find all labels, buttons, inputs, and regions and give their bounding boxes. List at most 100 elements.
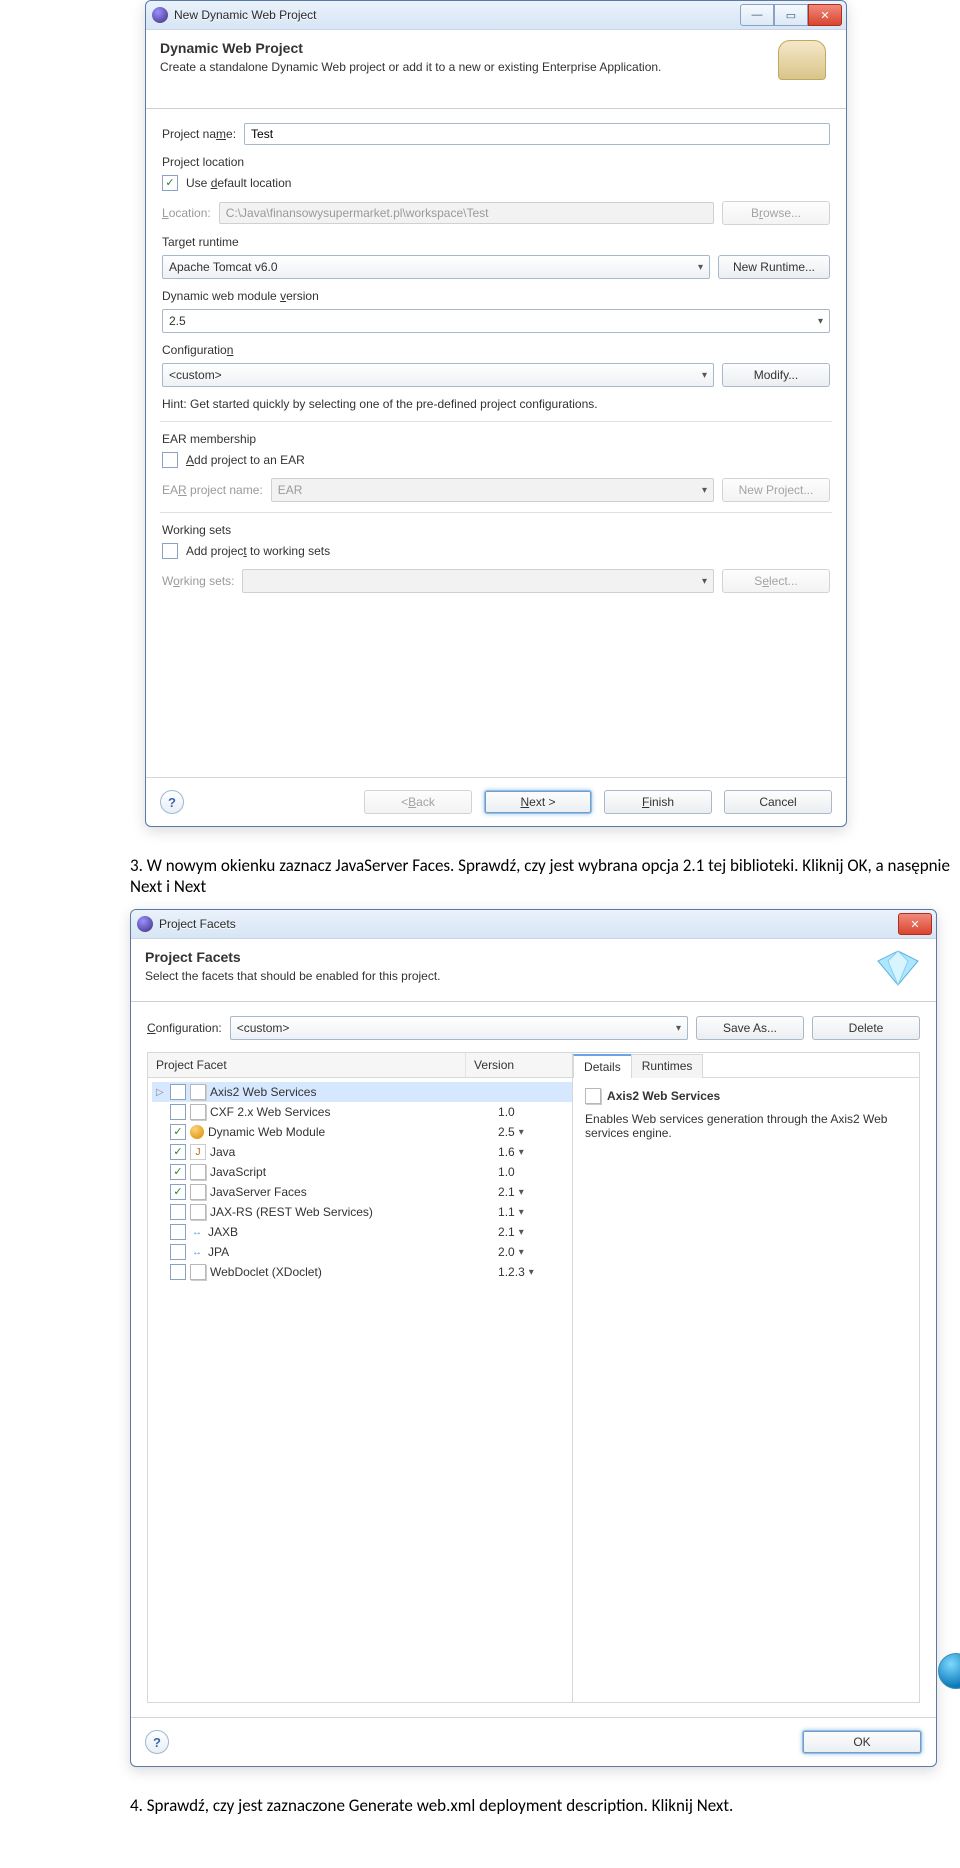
facet-row[interactable]: JJava1.6▾ (152, 1142, 572, 1162)
facet-version: 2.1 (498, 1185, 515, 1199)
facet-row[interactable]: WebDoclet (XDoclet) 1.2.3 ▾ (152, 1262, 572, 1282)
module-version-group: Dynamic web module version (162, 289, 830, 303)
facet-row[interactable]: JavaScript1.0 (152, 1162, 572, 1182)
facet-row[interactable]: CXF 2.x Web Services 1.0 (152, 1102, 572, 1122)
banner-icon (778, 40, 832, 94)
facet-checkbox[interactable] (170, 1084, 186, 1100)
select-working-sets-button: Select... (722, 569, 830, 593)
configuration-group: Configuration (162, 343, 830, 357)
target-runtime-value: Apache Tomcat v6.0 (169, 260, 278, 274)
facet-checkbox[interactable] (170, 1104, 186, 1120)
facet-version: 2.0 (498, 1245, 515, 1259)
new-ear-project-button: New Project... (722, 478, 830, 502)
facet-row[interactable]: JavaServer Faces 2.1 ▾ (152, 1182, 572, 1202)
chevron-down-icon: ▾ (702, 485, 707, 496)
facet-checkbox[interactable] (170, 1264, 186, 1280)
chevron-down-icon: ▾ (519, 1127, 524, 1138)
target-runtime-select[interactable]: Apache Tomcat v6.0 ▾ (162, 255, 710, 279)
facet-row[interactable]: ↔JAXB2.1▾ (152, 1222, 572, 1242)
working-sets-label: Working sets: (162, 574, 234, 588)
configuration-select[interactable]: <custom> ▾ (230, 1016, 688, 1040)
facet-version: 1.0 (498, 1165, 515, 1179)
project-name-input[interactable] (244, 123, 830, 145)
cancel-button[interactable]: Cancel (724, 790, 832, 814)
java-icon: J (190, 1144, 206, 1160)
location-input (219, 202, 714, 224)
tab-runtimes[interactable]: Runtimes (631, 1054, 704, 1078)
configuration-value: <custom> (169, 368, 222, 382)
chevron-down-icon: ▾ (519, 1187, 524, 1198)
facet-checkbox[interactable] (170, 1144, 186, 1160)
chevron-down-icon: ▾ (818, 316, 823, 327)
close-button[interactable]: ✕ (808, 4, 842, 26)
wizard-banner: Dynamic Web Project Create a standalone … (146, 30, 846, 109)
step-3-text: 3. W nowym okienku zaznacz JavaServer Fa… (130, 855, 960, 897)
facet-checkbox[interactable] (170, 1224, 186, 1240)
facet-name: JavaServer Faces (210, 1185, 307, 1199)
ear-name-label: EAR project name: (162, 483, 263, 497)
use-default-location-checkbox[interactable] (162, 175, 178, 191)
modify-button[interactable]: Modify... (722, 363, 830, 387)
facet-name: Java (210, 1145, 235, 1159)
save-as-button[interactable]: Save As... (696, 1016, 804, 1040)
expand-icon: ▷ (156, 1087, 166, 1098)
working-sets-select: ▾ (242, 569, 714, 593)
titlebar: Project Facets ✕ (131, 910, 936, 939)
facet-checkbox[interactable] (170, 1124, 186, 1140)
help-button[interactable]: ? (160, 790, 184, 814)
module-version-select[interactable]: 2.5 ▾ (162, 309, 830, 333)
facet-row[interactable]: ↔JPA2.0▾ (152, 1242, 572, 1262)
arrows-icon: ↔ (190, 1225, 204, 1239)
location-label: Location: (162, 206, 211, 220)
configuration-select[interactable]: <custom> ▾ (162, 363, 714, 387)
configuration-value: <custom> (237, 1021, 290, 1035)
facets-list: ▷Axis2 Web Services CXF 2.x Web Services 1… (148, 1078, 572, 1282)
facet-checkbox[interactable] (170, 1184, 186, 1200)
facet-checkbox[interactable] (170, 1204, 186, 1220)
banner-subtitle: Select the facets that should be enabled… (145, 969, 864, 983)
tab-details[interactable]: Details (573, 1054, 632, 1078)
new-runtime-button[interactable]: New Runtime... (718, 255, 830, 279)
chevron-down-icon: ▾ (702, 370, 707, 381)
facet-row[interactable]: JAX-RS (REST Web Services)1.1▾ (152, 1202, 572, 1222)
titlebar: New Dynamic Web Project — ▭ ✕ (146, 1, 846, 30)
gem-icon (874, 949, 922, 987)
facet-name: JPA (208, 1245, 229, 1259)
eclipse-icon (137, 916, 153, 932)
add-to-working-sets-checkbox[interactable] (162, 543, 178, 559)
window-title: New Dynamic Web Project (174, 8, 734, 22)
next-button[interactable]: Next > (484, 790, 592, 814)
finish-button[interactable]: Finish (604, 790, 712, 814)
chevron-down-icon: ▾ (529, 1267, 534, 1278)
globe-icon (190, 1125, 204, 1139)
project-facets-dialog: Project Facets ✕ Project Facets Select t… (130, 909, 937, 1767)
facet-checkbox[interactable] (170, 1244, 186, 1260)
facet-name: JAX-RS (REST Web Services) (210, 1205, 373, 1219)
chevron-down-icon: ▾ (698, 262, 703, 273)
delete-button[interactable]: Delete (812, 1016, 920, 1040)
facet-name: JAXB (208, 1225, 238, 1239)
facet-name: CXF 2.x Web Services (210, 1105, 330, 1119)
facet-version: 1.6 (498, 1145, 515, 1159)
facet-row[interactable]: Dynamic Web Module2.5▾ (152, 1122, 572, 1142)
facet-version: 1.0 (498, 1105, 515, 1119)
close-button[interactable]: ✕ (898, 913, 932, 935)
facet-row[interactable]: ▷Axis2 Web Services (152, 1082, 572, 1102)
minimize-button[interactable]: — (740, 4, 774, 26)
facet-checkbox[interactable] (170, 1164, 186, 1180)
facet-name: WebDoclet (XDoclet) (210, 1265, 322, 1279)
page-icon (190, 1204, 206, 1220)
arrows-icon: ↔ (190, 1245, 204, 1259)
add-to-working-sets-label: Add project to working sets (186, 544, 330, 558)
ok-button[interactable]: OK (802, 1730, 922, 1754)
page-icon (585, 1088, 601, 1104)
help-button[interactable]: ? (145, 1730, 169, 1754)
add-to-ear-checkbox[interactable] (162, 452, 178, 468)
facet-version: 2.5 (498, 1125, 515, 1139)
chevron-down-icon: ▾ (702, 576, 707, 587)
facet-version: 1.2.3 (498, 1265, 525, 1279)
chevron-down-icon: ▾ (676, 1023, 681, 1034)
browse-button: Browse... (722, 201, 830, 225)
new-dynamic-web-project-dialog: New Dynamic Web Project — ▭ ✕ Dynamic We… (145, 0, 847, 827)
maximize-button[interactable]: ▭ (774, 4, 808, 26)
